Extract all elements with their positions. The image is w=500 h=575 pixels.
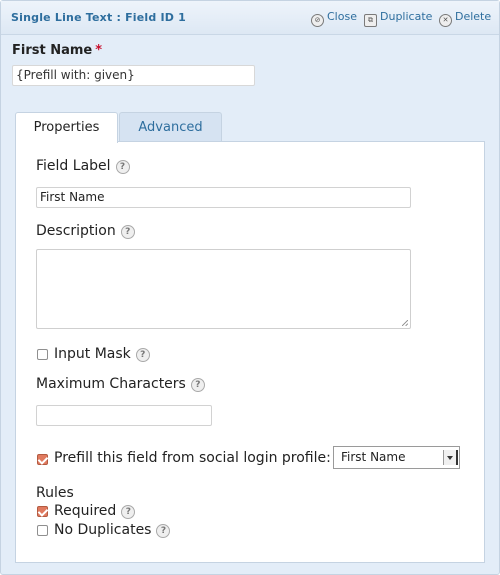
delete-label: Delete — [455, 10, 492, 23]
duplicate-label: Duplicate — [380, 10, 433, 23]
field-preview-label: First Name * — [12, 43, 102, 58]
input-mask-label: Input Mask? — [54, 346, 150, 362]
required-checkbox[interactable] — [37, 506, 48, 517]
chevron-down-icon — [443, 450, 458, 465]
properties-tab-panel: Field Label? First Name Description? Inp… — [15, 141, 485, 563]
required-marker: * — [95, 43, 103, 58]
field-editor-header: Single Line Text : Field ID 1 ⊘ Close ⧉ Du… — [1, 1, 499, 35]
description-textarea[interactable] — [36, 249, 411, 329]
description-heading-text: Description — [36, 223, 116, 239]
close-circle-icon: ⊘ — [311, 14, 324, 27]
help-icon[interactable]: ? — [190, 378, 205, 392]
field-label-heading: Field Label? — [36, 158, 130, 174]
tab-properties[interactable]: Properties — [15, 112, 118, 143]
social-profile-select[interactable]: First Name — [333, 446, 460, 469]
prefill-social-label: Prefill this field from social login pro… — [54, 450, 331, 466]
field-editor-panel: Single Line Text : Field ID 1 ⊘ Close ⧉ Du… — [0, 0, 500, 575]
help-icon[interactable]: ? — [156, 524, 171, 538]
maximum-characters-input[interactable] — [36, 405, 212, 426]
prefill-social-checkbox[interactable] — [37, 454, 48, 465]
field-preview-input[interactable]: {Prefill with: given} — [12, 65, 255, 86]
duplicate-button[interactable]: ⧉ Duplicate — [364, 10, 432, 27]
field-label-heading-text: Field Label — [36, 158, 111, 174]
field-label-input[interactable]: First Name — [36, 187, 411, 208]
help-icon[interactable]: ? — [135, 348, 150, 362]
input-mask-label-text: Input Mask — [54, 346, 131, 362]
maximum-characters-heading-text: Maximum Characters — [36, 376, 186, 392]
resize-grip-icon[interactable] — [402, 320, 408, 326]
delete-x-icon: ✕ — [439, 14, 452, 27]
input-mask-checkbox[interactable] — [37, 349, 48, 360]
help-icon[interactable]: ? — [120, 225, 135, 239]
no-duplicates-label-text: No Duplicates — [54, 522, 152, 538]
required-label: Required? — [54, 503, 136, 519]
maximum-characters-heading: Maximum Characters? — [36, 376, 205, 392]
rules-heading: Rules — [36, 485, 74, 501]
required-label-text: Required — [54, 503, 117, 519]
tab-advanced[interactable]: Advanced — [119, 112, 222, 142]
close-label: Close — [327, 10, 357, 23]
field-preview-label-text: First Name — [12, 43, 93, 58]
delete-button[interactable]: ✕ Delete — [439, 10, 491, 27]
field-editor-title: Single Line Text : Field ID 1 — [11, 11, 187, 24]
close-button[interactable]: ⊘ Close — [311, 10, 357, 27]
help-icon[interactable]: ? — [115, 160, 130, 174]
description-heading: Description? — [36, 223, 135, 239]
no-duplicates-label: No Duplicates? — [54, 522, 171, 538]
help-icon[interactable]: ? — [121, 505, 136, 519]
social-profile-select-value: First Name — [341, 450, 406, 464]
no-duplicates-checkbox[interactable] — [37, 525, 48, 536]
duplicate-icon: ⧉ — [364, 14, 377, 27]
